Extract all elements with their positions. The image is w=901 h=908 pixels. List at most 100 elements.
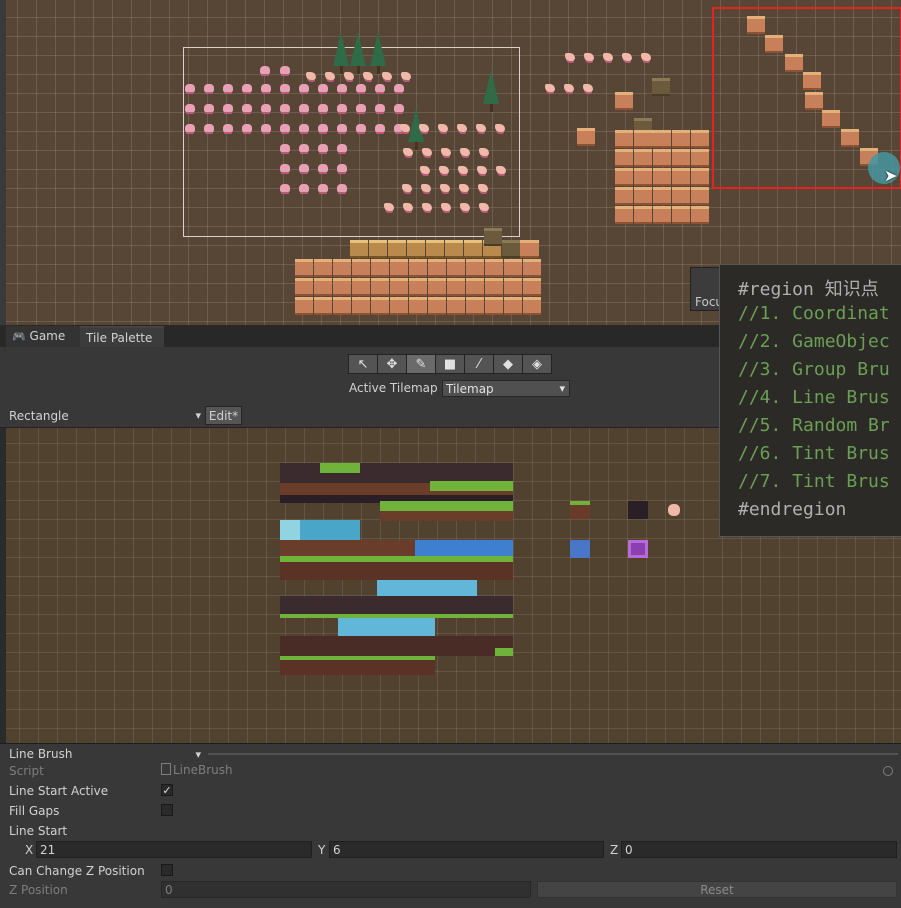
tileset-segment — [280, 596, 513, 614]
creature-sprite — [356, 84, 366, 92]
ground-tile — [691, 130, 709, 148]
ground-tile — [409, 297, 427, 315]
ground-tile — [672, 168, 690, 186]
ground-tile — [653, 206, 671, 224]
creature-sprite — [318, 164, 328, 172]
ground-tile — [653, 149, 671, 167]
can-change-z-checkbox[interactable] — [161, 864, 173, 876]
creature-sprite — [185, 104, 195, 112]
ground-tile — [520, 240, 538, 258]
code-line: #endregion — [738, 499, 847, 520]
flood-fill-tool-button[interactable]: ◈ — [522, 354, 552, 374]
code-line: //6. Tint Brus — [738, 443, 890, 464]
ground-tile — [485, 278, 503, 296]
ground-tile — [333, 297, 351, 315]
eyedropper-tool-button[interactable]: ⁄ — [464, 354, 494, 374]
code-line: //5. Random Br — [738, 415, 890, 436]
creature-sprite — [280, 104, 290, 112]
creature-sprite — [565, 53, 575, 61]
eraser-tool-button[interactable]: ◆ — [493, 354, 523, 374]
ground-tile — [464, 240, 482, 258]
palette-tile[interactable] — [628, 540, 648, 558]
ground-tile — [409, 278, 427, 296]
line-start-active-checkbox[interactable]: ✓ — [161, 784, 173, 797]
creature-sprite — [204, 104, 214, 112]
palette-tile[interactable] — [570, 501, 590, 519]
ground-tile — [577, 128, 595, 146]
active-tilemap-dropdown[interactable]: Tilemap — [442, 380, 570, 397]
creature-sprite — [261, 124, 271, 132]
box-fill-tool-button[interactable]: ■ — [435, 354, 465, 374]
palette-dropdown[interactable]: Rectangle — [6, 407, 204, 425]
object-picker-icon[interactable] — [883, 766, 893, 776]
tool-group: ↖ ✥ ✎ ■ ⁄ ◆ ◈ — [348, 354, 552, 374]
creature-sprite — [375, 84, 385, 92]
eyedropper-icon: ⁄ — [477, 357, 481, 372]
reset-button[interactable]: Reset — [537, 881, 897, 898]
creature-sprite — [583, 84, 593, 92]
creature-sprite — [478, 184, 488, 192]
paint-tool-button[interactable]: ✎ — [406, 354, 436, 374]
edit-palette-button[interactable]: Edit* — [205, 406, 242, 425]
creature-sprite — [337, 84, 347, 92]
ground-tile — [672, 130, 690, 148]
ground-tile — [691, 149, 709, 167]
ground-tile — [634, 130, 652, 148]
z-label: Z — [610, 843, 619, 857]
creature-sprite — [280, 144, 290, 152]
creature-sprite — [422, 148, 432, 156]
ground-tile — [295, 278, 313, 296]
line-start-label: Line Start — [9, 824, 68, 838]
creature-sprite — [356, 124, 366, 132]
ground-tile — [409, 259, 427, 277]
tab-game[interactable]: 🎮 Game — [6, 326, 80, 347]
creature-sprite — [337, 104, 347, 112]
eraser-icon: ◆ — [503, 357, 513, 372]
tree-sprite — [333, 32, 349, 74]
fill-gaps-checkbox[interactable] — [161, 804, 173, 816]
creature-sprite — [441, 148, 451, 156]
tab-tile-palette[interactable]: Tile Palette — [80, 326, 164, 347]
line-start-z-input[interactable]: 0 — [621, 841, 897, 858]
creature-sprite — [384, 203, 394, 211]
creature-sprite — [439, 166, 449, 174]
palette-tile[interactable] — [628, 501, 648, 519]
move-tool-button[interactable]: ✥ — [377, 354, 407, 374]
creature-sprite — [299, 124, 309, 132]
creature-sprite — [584, 53, 594, 61]
paint-brush-icon: ✎ — [415, 357, 427, 372]
creature-sprite — [496, 166, 506, 174]
tileset-segment — [430, 481, 513, 491]
creature-sprite — [479, 148, 489, 156]
brush-inspector: Line Brush Script LineBrush Line Start A… — [0, 743, 901, 908]
creature-sprite — [476, 124, 486, 132]
tree-sprite — [370, 32, 386, 74]
mouse-cursor-icon: ➤ — [884, 166, 898, 185]
y-label: Y — [318, 843, 326, 857]
ground-tile — [615, 168, 633, 186]
line-start-x-input[interactable]: 21 — [36, 841, 312, 858]
script-icon — [161, 763, 171, 775]
creature-sprite — [242, 124, 252, 132]
creature-sprite — [641, 53, 651, 61]
creature-sprite — [337, 144, 347, 152]
line-start-y-input[interactable]: 6 — [329, 841, 604, 858]
z-position-input[interactable]: 0 — [161, 881, 531, 898]
creature-sprite — [382, 72, 392, 80]
creature-sprite — [223, 124, 233, 132]
brush-dropdown[interactable]: Line Brush — [6, 746, 204, 763]
ground-tile — [369, 240, 387, 258]
tileset-preview[interactable] — [280, 463, 513, 675]
creature-sprite — [280, 184, 290, 192]
ground-tile — [615, 187, 633, 205]
tree-sprite — [350, 32, 366, 74]
select-tool-button[interactable]: ↖ — [348, 354, 378, 374]
ground-tile — [388, 240, 406, 258]
creature-sprite — [479, 203, 489, 211]
palette-tile[interactable] — [570, 540, 590, 558]
palette-tile[interactable] — [668, 504, 680, 516]
creature-sprite — [204, 84, 214, 92]
creature-sprite — [318, 124, 328, 132]
ground-tile — [407, 240, 425, 258]
creature-sprite — [441, 203, 451, 211]
